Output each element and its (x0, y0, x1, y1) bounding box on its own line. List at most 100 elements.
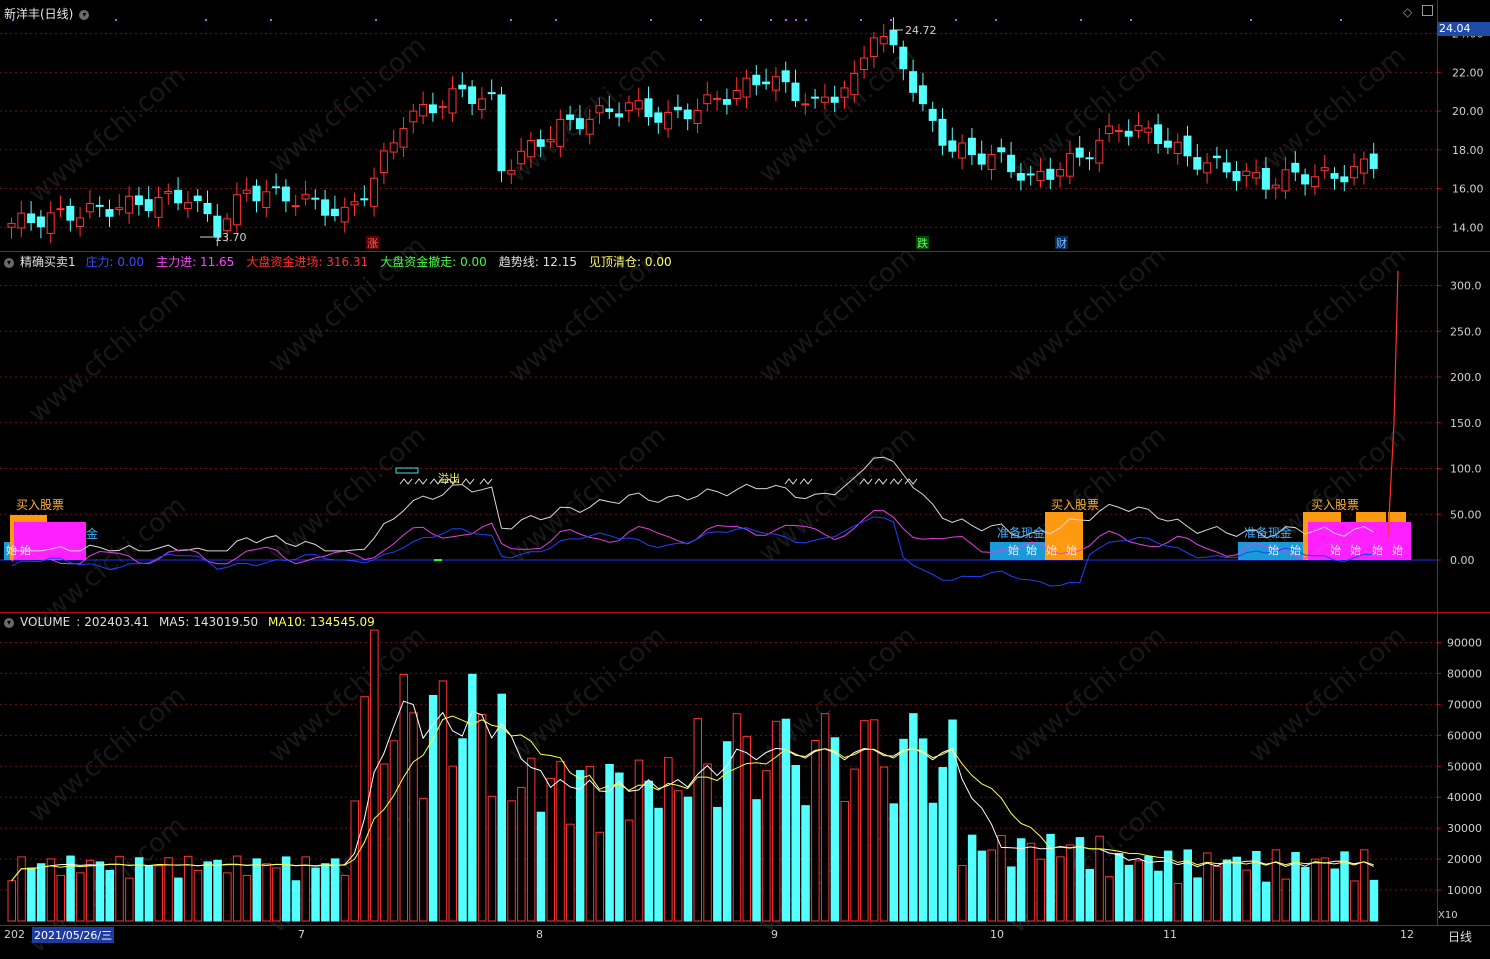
trend-line (11, 456, 1374, 552)
low-price-label: 13.70 (215, 231, 247, 244)
signal-label: 准备现金 (1244, 525, 1292, 540)
signal-label: 溢出 (438, 471, 460, 485)
candle-body (732, 90, 741, 100)
volume-bar (791, 764, 800, 922)
volume-bar (252, 858, 261, 922)
candle-body (468, 86, 477, 104)
candle-body (1232, 171, 1241, 181)
candle-body (987, 154, 996, 170)
y-tick-label: 60000 (1447, 729, 1482, 742)
marker-finance: 财 (1056, 236, 1067, 250)
volume-pane[interactable]: ▾ VOLUME:202403.41 MA5: 143019.50 MA10: 134… (0, 613, 1482, 925)
candle-body (840, 87, 849, 98)
price-pane[interactable]: 新洋丰(日线)▾ ◇ 24.0022.0020.0018.0016.0014.0… (0, 0, 1484, 251)
candle-body (1320, 167, 1329, 171)
volume-bar (830, 737, 840, 922)
candle-body (458, 84, 467, 90)
candle-body (556, 118, 565, 147)
candle-body (203, 202, 212, 215)
period-label[interactable]: 日线 (1448, 928, 1472, 945)
candle-body (595, 105, 604, 114)
volume-bar (370, 629, 379, 922)
volume-bar (242, 874, 252, 922)
candle-body (762, 81, 771, 85)
candle-body (791, 82, 800, 102)
volume-bar (977, 850, 987, 922)
indicator-pane[interactable]: ▾ 精确买卖1 庄力: 0.00 主力进: 11.65 大盘资金进场: 316.31 大… (0, 252, 1482, 612)
candle-body (1212, 155, 1221, 159)
month-label: 9 (771, 928, 778, 941)
event-marker (770, 19, 772, 21)
volume-bar (1212, 865, 1222, 922)
volume-bar (1105, 876, 1114, 922)
volume-bar (1193, 877, 1202, 922)
volume-bar (1036, 858, 1045, 922)
candle-body (262, 191, 271, 208)
event-marker (955, 19, 957, 21)
event-marker (1130, 19, 1132, 21)
candle-body (330, 208, 339, 217)
signal-label: 始 (1392, 543, 1403, 557)
candle-body (664, 112, 673, 130)
sell-mark (874, 478, 888, 485)
volume-bar (487, 795, 497, 922)
volume-bar (399, 674, 408, 922)
volume-bar (1330, 868, 1339, 922)
volume-bar (585, 765, 595, 922)
volume-bar (918, 738, 928, 922)
candle-body (1144, 127, 1153, 133)
candle-body (46, 212, 55, 234)
candle-body (1242, 170, 1251, 177)
sell-mark (859, 478, 873, 485)
candle-body (938, 118, 947, 146)
candle-body (1114, 129, 1123, 132)
volume-bar (389, 740, 399, 922)
time-axis[interactable]: 202 2021/05/26/三 7 8 9 10 11 12 日线 (0, 925, 1490, 948)
candle-body (624, 102, 633, 112)
volume-bar (458, 738, 467, 922)
signal-label: 始 (1008, 543, 1019, 557)
event-marker (1250, 19, 1252, 21)
volume-bar (76, 872, 85, 922)
volume-bar (95, 861, 105, 922)
candle-body (115, 207, 124, 211)
candle-body (85, 203, 94, 213)
candle-body (154, 197, 163, 218)
candle-body (428, 104, 437, 114)
candle-body (95, 204, 104, 207)
volume-bar (448, 765, 457, 922)
candle-body (1036, 170, 1045, 181)
volume-chart[interactable]: 90000 80000 70000 60000 50000 40000 30000 20000… (0, 613, 1490, 925)
candle-body (1154, 124, 1163, 144)
candle-body (252, 185, 261, 202)
event-marker (860, 19, 862, 21)
volume-bar (105, 869, 114, 922)
sell-mark (889, 478, 903, 485)
volume-bar (654, 807, 663, 922)
volume-bar (575, 770, 585, 922)
candle-body (1026, 173, 1035, 176)
indicator-chart[interactable]: 300.0 250.0 200.0 150.0 100.0 50.00 0.00 买入股票 买入… (0, 252, 1490, 612)
volume-bar (1124, 864, 1134, 922)
y-tick-label: 90000 (1447, 636, 1482, 649)
year-prefix: 202 (4, 928, 25, 941)
signal-label: 始 (1026, 543, 1037, 557)
month-label: 8 (536, 928, 543, 941)
candle-body (909, 71, 918, 93)
volume-bar (801, 805, 810, 922)
volume-bar (938, 767, 947, 922)
y-tick-label: 20.00 (1452, 105, 1484, 118)
candle-body (703, 94, 712, 105)
y-tick-label: 100.0 (1450, 463, 1482, 476)
candlestick-chart[interactable]: 24.0022.0020.0018.0016.0014.0024.7213.70… (0, 0, 1490, 251)
signal-label: 准备现金 (997, 525, 1045, 540)
volume-bar (262, 863, 271, 922)
event-marker (12, 19, 14, 21)
volume-bar (1114, 853, 1124, 922)
candle-body (321, 199, 330, 216)
candle-body (438, 105, 447, 108)
candle-body (997, 147, 1006, 153)
volume-bar (1016, 838, 1026, 922)
volume-bar (644, 780, 653, 922)
signal-label: 始 (1350, 543, 1361, 557)
